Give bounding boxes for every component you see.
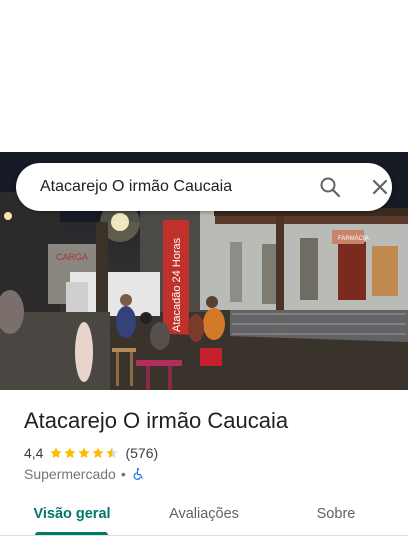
star-half-icon [106,447,119,459]
rating-row[interactable]: 4,4 (576) [24,444,158,462]
star-icon [92,447,105,459]
close-icon[interactable] [368,175,392,199]
wheelchair-accessible-icon [133,468,143,480]
place-tabs: Visão geral Avaliações Sobre [0,496,408,536]
separator-dot: • [120,466,126,482]
tab-overview[interactable]: Visão geral [22,496,122,534]
shop-sign-left: CARGA [56,252,88,262]
star-rating [49,446,119,460]
search-input[interactable]: Atacarejo O irmão Caucaia [40,163,232,211]
store-banner-text: Atacadão 24 Horas [171,237,183,332]
tabs-divider [0,535,408,536]
top-blank-area [0,0,408,152]
search-bar[interactable]: Atacarejo O irmão Caucaia [16,163,392,211]
shop-sign-right: FARMÁCIA [338,235,369,242]
tab-about[interactable]: Sobre [290,496,382,534]
category-row: Supermercado • [24,466,145,482]
review-count[interactable]: (576) [125,445,158,461]
star-icon [64,447,77,459]
star-icon [78,447,91,459]
tab-reviews[interactable]: Avaliações [154,496,254,534]
place-title: Atacarejo O irmão Caucaia [24,408,289,433]
search-icon[interactable] [318,175,342,199]
rating-value: 4,4 [24,445,44,461]
category-label: Supermercado [24,466,116,482]
star-icon [50,447,63,459]
